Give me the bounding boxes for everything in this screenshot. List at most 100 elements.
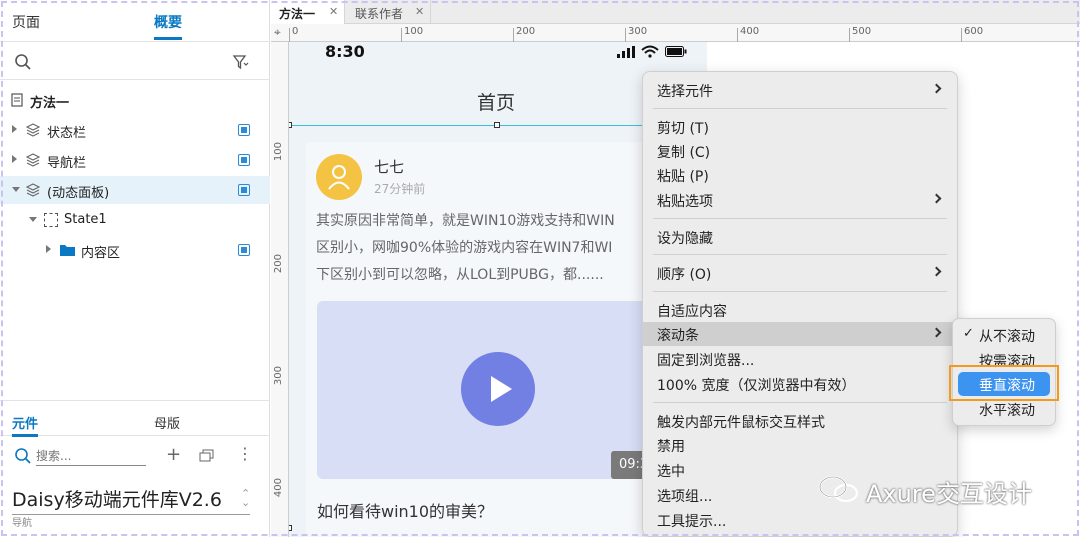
status-time: 8:30	[325, 42, 365, 61]
submenu-item-horizontal-scroll[interactable]: 水平滚动	[953, 397, 1055, 421]
resize-handle[interactable]	[289, 525, 292, 531]
user-icon	[328, 165, 350, 190]
more-options-icon[interactable]: ⋮	[237, 444, 253, 463]
menu-divider	[653, 218, 947, 219]
collapse-arrow-icon[interactable]	[12, 187, 20, 192]
collapse-arrow-icon[interactable]	[29, 217, 37, 222]
question-title: 如何看待win10的审美？	[317, 502, 494, 521]
menu-item-paste[interactable]: 粘贴 (P)	[643, 163, 957, 187]
tree-item-status-bar[interactable]: 状态栏	[0, 116, 270, 144]
menu-item-scrollbar[interactable]: 滚动条	[643, 322, 957, 346]
submenu-item-vertical-scroll[interactable]: 垂直滚动	[953, 372, 1055, 396]
layers-icon	[26, 153, 40, 167]
tree-item-dynamic-panel[interactable]: (动态面板)	[0, 176, 270, 204]
filter-icon[interactable]	[232, 53, 250, 71]
active-tab-indicator	[12, 434, 38, 437]
status-bar: 8:30	[289, 42, 707, 76]
layers-icon	[26, 183, 40, 197]
play-icon[interactable]	[461, 352, 535, 426]
tab-widgets[interactable]: 元件	[12, 413, 38, 432]
chevron-right-icon	[931, 327, 942, 338]
menu-divider	[653, 291, 947, 292]
menu-item-cut[interactable]: 剪切 (T)	[643, 115, 957, 139]
layers-icon	[26, 123, 40, 137]
tree-item-nav-bar[interactable]: 导航栏	[0, 146, 270, 174]
scrollbar-submenu: ✓ 从不滚动 按需滚动 垂直滚动 水平滚动	[952, 318, 1056, 426]
document-tabs: 方法一 ✕ 联系作者 ✕	[271, 0, 1080, 24]
menu-item-full-width[interactable]: 100% 宽度（仅浏览器中有效）	[643, 372, 957, 396]
menu-item-trigger-mouse-style[interactable]: 触发内部元件鼠标交互样式	[643, 409, 957, 433]
ruler-label: 300	[273, 366, 284, 386]
page-icon	[11, 93, 23, 107]
visibility-checkbox[interactable]	[238, 154, 250, 166]
wechat-logo-icon	[818, 475, 859, 503]
post-author: 七七	[374, 158, 405, 176]
state-icon	[44, 213, 58, 227]
library-select-arrow-icon[interactable]: ⌃ ⌄	[241, 488, 250, 508]
wifi-icon	[641, 45, 659, 58]
submenu-item-never-scroll[interactable]: ✓ 从不滚动	[953, 323, 1055, 347]
tree-item-label: 内容区	[81, 246, 121, 261]
tree-root-label: 方法一	[30, 96, 70, 111]
library-select[interactable]: Daisy移动端元件库V2.6	[12, 485, 250, 515]
menu-item-paste-options[interactable]: 粘贴选项	[643, 188, 957, 212]
expand-arrow-icon[interactable]	[12, 155, 17, 163]
app-window: 页面 概要 方法一 状态栏 导航栏 (动态面板) State1 内容区 元件 母…	[0, 0, 1080, 537]
resize-handle[interactable]	[494, 122, 500, 128]
menu-item-hide[interactable]: 设为隐藏	[643, 225, 957, 249]
visibility-checkbox[interactable]	[238, 124, 250, 136]
ruler-label: 300	[628, 26, 648, 37]
menu-item-fit-content[interactable]: 自适应内容	[643, 298, 957, 322]
tab-masters[interactable]: 母版	[154, 413, 180, 432]
menu-divider	[653, 254, 947, 255]
expand-arrow-icon[interactable]	[12, 125, 17, 133]
ruler-label: 400	[273, 478, 284, 498]
library-search-input[interactable]	[36, 446, 146, 466]
ruler-label: 0	[292, 26, 299, 37]
tree-item-state[interactable]: State1	[0, 206, 270, 234]
post-line: 其实原因非常简单，就是WIN10游戏支持和WIN	[316, 213, 615, 229]
vertical-ruler: 100 200 300 400	[271, 42, 289, 537]
menu-divider	[653, 108, 947, 109]
ruler-label: 500	[852, 26, 872, 37]
close-icon[interactable]: ✕	[415, 5, 424, 18]
menu-item-order[interactable]: 顺序 (O)	[643, 261, 957, 285]
search-icon[interactable]	[14, 53, 32, 71]
ruler-label: 200	[273, 254, 284, 274]
visibility-checkbox[interactable]	[238, 184, 250, 196]
tree-root[interactable]: 方法一	[0, 86, 270, 114]
video-thumbnail[interactable]: 09:3	[317, 301, 677, 479]
menu-item-disable[interactable]: 禁用	[643, 433, 957, 457]
context-menu: 选择元件 剪切 (T) 复制 (C) 粘贴 (P) 粘贴选项 设为隐藏 顺序 (…	[642, 71, 958, 537]
menu-item-tooltip[interactable]: 工具提示...	[643, 508, 957, 532]
battery-icon	[665, 46, 687, 57]
expand-arrow-icon[interactable]	[46, 245, 51, 253]
tab-pages[interactable]: 页面	[12, 12, 40, 32]
library-category[interactable]: 导航	[12, 514, 32, 529]
chevron-right-icon	[931, 193, 942, 204]
doc-tab-label: 联系作者	[355, 7, 404, 21]
tab-outline[interactable]: 概要	[154, 12, 182, 32]
left-panel: 页面 概要 方法一 状态栏 导航栏 (动态面板) State1 内容区 元件 母…	[0, 0, 270, 537]
resize-handle[interactable]	[289, 122, 292, 128]
tree-item-content-area[interactable]: 内容区	[0, 236, 270, 264]
visibility-checkbox[interactable]	[238, 244, 250, 256]
library-menu-icon[interactable]	[199, 449, 215, 463]
library-search-row: + ⋮	[0, 440, 270, 474]
search-icon	[15, 448, 31, 464]
chevron-right-icon	[931, 266, 942, 277]
post-line: 下区别小到可以忽略，从LOL到PUBG，都......	[316, 267, 604, 283]
submenu-item-auto-scroll[interactable]: 按需滚动	[953, 348, 1055, 372]
active-tab-indicator	[154, 37, 182, 40]
page-title: 首页	[477, 92, 516, 114]
close-icon[interactable]: ✕	[329, 5, 338, 18]
doc-tab-method-one[interactable]: 方法一 ✕	[271, 0, 345, 24]
tree-item-label: State1	[64, 212, 107, 227]
add-icon[interactable]: +	[166, 444, 181, 465]
post-body: 其实原因非常简单，就是WIN10游戏支持和WIN 区别小，网咖90%体验的游戏内…	[316, 208, 686, 289]
checkmark-icon: ✓	[963, 326, 974, 341]
menu-item-pin-to-browser[interactable]: 固定到浏览器...	[643, 347, 957, 371]
menu-item-select-widget[interactable]: 选择元件	[643, 78, 957, 102]
doc-tab-contact[interactable]: 联系作者 ✕	[345, 0, 431, 24]
menu-item-copy[interactable]: 复制 (C)	[643, 139, 957, 163]
